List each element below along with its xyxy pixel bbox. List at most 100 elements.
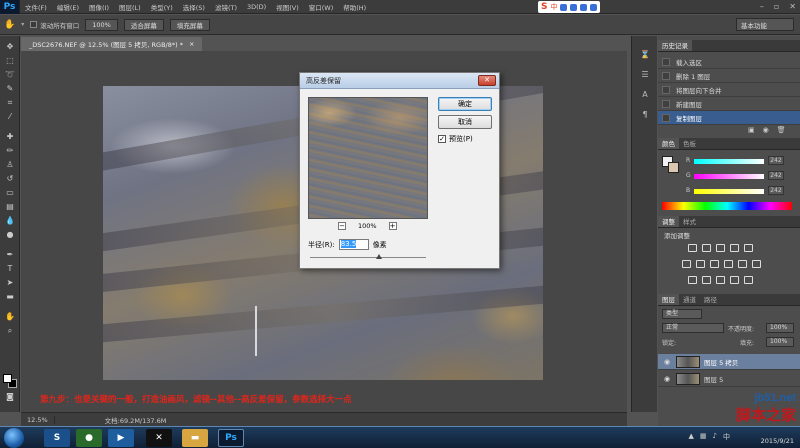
menu-layer[interactable]: 图层(L) xyxy=(114,2,146,12)
ime-mode[interactable]: 中 xyxy=(550,2,557,12)
trash-icon[interactable]: 🗑 xyxy=(777,126,786,134)
blue-slider[interactable] xyxy=(694,189,764,194)
color-lookup-icon[interactable] xyxy=(752,260,761,268)
layer-row[interactable]: ◉ 图层 5 xyxy=(658,371,800,387)
levels-icon[interactable] xyxy=(702,244,711,252)
tab-history[interactable]: 历史记录 xyxy=(658,40,692,51)
eraser-tool-icon[interactable]: ▭ xyxy=(4,188,16,198)
layer-kind-filter[interactable]: 类型 xyxy=(662,309,702,319)
tab-swatches[interactable]: 色板 xyxy=(679,138,700,149)
gradient-map-icon[interactable] xyxy=(730,276,739,284)
ime-toolbar[interactable]: S 中 xyxy=(538,1,601,13)
document-tab[interactable]: _DSC2676.NEF @ 12.5% (图层 5 拷贝, RGB/8*) *… xyxy=(21,37,203,51)
tab-channels[interactable]: 通道 xyxy=(679,294,700,305)
tab-color[interactable]: 颜色 xyxy=(658,138,679,149)
volume-icon[interactable]: ♪ xyxy=(713,432,717,442)
dodge-tool-icon[interactable]: ● xyxy=(4,230,16,240)
close-icon[interactable]: ✕ xyxy=(789,2,796,11)
menu-3d[interactable]: 3D(D) xyxy=(242,3,271,11)
character-panel-icon[interactable]: A xyxy=(639,90,651,100)
cancel-button[interactable]: 取消 xyxy=(438,115,492,129)
dialog-titlebar[interactable]: 高反差保留 xyxy=(300,73,499,89)
menu-file[interactable]: 文件(F) xyxy=(20,2,52,12)
color-balance-icon[interactable] xyxy=(696,260,705,268)
start-button[interactable] xyxy=(4,428,24,448)
tray-arrow-icon[interactable]: ▲ xyxy=(689,432,694,442)
sogou-browser-icon[interactable]: S xyxy=(44,429,70,447)
paragraph-panel-icon[interactable]: ¶ xyxy=(639,110,651,120)
shape-tool-icon[interactable]: ▬ xyxy=(4,292,16,302)
ok-button[interactable]: 确定 xyxy=(438,97,492,111)
hand-tool-icon[interactable]: ✋ xyxy=(4,20,15,30)
zoom-in-icon[interactable]: + xyxy=(388,222,397,230)
selective-color-icon[interactable] xyxy=(744,276,753,284)
menu-select[interactable]: 选择(S) xyxy=(178,2,210,12)
color-spectrum[interactable] xyxy=(662,202,792,210)
qq-icon[interactable]: ● xyxy=(76,429,102,447)
minimize-icon[interactable]: – xyxy=(760,2,764,11)
fill-input[interactable]: 100% xyxy=(766,337,794,347)
tab-adjustments[interactable]: 调整 xyxy=(658,216,679,227)
ime-tools-icon[interactable] xyxy=(590,3,598,11)
network-icon[interactable]: ▦ xyxy=(700,432,707,442)
foreground-color-swatch[interactable] xyxy=(3,374,12,383)
vibrance-icon[interactable] xyxy=(744,244,753,252)
zoom-100-button[interactable]: 100% xyxy=(85,18,118,31)
quick-select-tool-icon[interactable]: ✎ xyxy=(4,84,16,94)
menu-edit[interactable]: 编辑(E) xyxy=(52,2,84,12)
radius-input[interactable]: 83.5 xyxy=(338,239,369,250)
move-tool-icon[interactable]: ✥ xyxy=(4,42,16,52)
hand-tool-icon-left[interactable]: ✋ xyxy=(4,312,16,322)
filter-preview[interactable] xyxy=(308,97,428,219)
menu-filter[interactable]: 滤镜(T) xyxy=(210,2,242,12)
zoom-out-icon[interactable]: − xyxy=(338,222,346,230)
explorer-folder-icon[interactable]: ▬ xyxy=(182,429,208,447)
radius-slider-thumb[interactable] xyxy=(376,254,382,259)
history-item[interactable]: 载入选区 xyxy=(658,55,800,69)
red-value[interactable]: 242 xyxy=(768,156,784,165)
curves-icon[interactable] xyxy=(716,244,725,252)
dialog-close-icon[interactable]: ✕ xyxy=(478,75,496,86)
green-value[interactable]: 242 xyxy=(768,171,784,180)
history-brush-tool-icon[interactable]: ↺ xyxy=(4,174,16,184)
invert-icon[interactable] xyxy=(688,276,697,284)
document-tab-close-icon[interactable]: × xyxy=(189,40,194,48)
photo-filter-icon[interactable] xyxy=(724,260,733,268)
brightness-icon[interactable] xyxy=(688,244,697,252)
clone-stamp-tool-icon[interactable]: ♙ xyxy=(4,160,16,170)
history-snapshot-box[interactable] xyxy=(662,71,670,80)
preview-checkbox[interactable]: ✓ 预览(P) xyxy=(438,134,473,144)
visibility-eye-icon[interactable]: ◉ xyxy=(664,375,672,383)
history-snapshot-box[interactable] xyxy=(662,99,670,108)
black-white-icon[interactable] xyxy=(710,260,719,268)
posterize-icon[interactable] xyxy=(702,276,711,284)
menu-view[interactable]: 视图(V) xyxy=(271,2,304,12)
color-bg-chip[interactable] xyxy=(668,162,679,173)
blue-value[interactable]: 242 xyxy=(768,186,784,195)
ime-tray-icon[interactable]: 中 xyxy=(723,432,730,442)
scroll-all-checkbox-box[interactable] xyxy=(30,21,38,28)
visibility-eye-icon[interactable]: ◉ xyxy=(664,358,672,366)
preview-checkbox-box[interactable]: ✓ xyxy=(438,135,446,143)
fit-screen-button[interactable]: 适合屏幕 xyxy=(123,18,164,31)
radius-slider[interactable] xyxy=(310,254,426,259)
new-document-from-state-icon[interactable]: ▣ xyxy=(748,126,755,134)
media-player-icon[interactable]: ▶ xyxy=(108,429,134,447)
tab-paths[interactable]: 路径 xyxy=(700,294,721,305)
scroll-all-windows-checkbox[interactable]: 滚动所有窗口 xyxy=(30,20,79,30)
tab-styles[interactable]: 样式 xyxy=(679,216,700,227)
history-item[interactable]: 删除 1 图层 xyxy=(658,69,800,83)
history-item[interactable]: 新建图层 xyxy=(658,97,800,111)
history-snapshot-box[interactable] xyxy=(662,85,670,94)
tool-preset-chevron-icon[interactable]: ▾ xyxy=(21,21,24,28)
crop-tool-icon[interactable]: ⌗ xyxy=(4,98,16,108)
brush-tool-icon[interactable]: ✏ xyxy=(4,146,16,156)
history-item-selected[interactable]: 复制图层 xyxy=(658,111,800,125)
menu-window[interactable]: 窗口(W) xyxy=(304,2,339,12)
history-item[interactable]: 将图层向下合并 xyxy=(658,83,800,97)
pen-tool-icon[interactable]: ✒ xyxy=(4,250,16,260)
healing-brush-tool-icon[interactable]: ✚ xyxy=(4,132,16,142)
quick-mask-icon[interactable]: ◙ xyxy=(4,392,16,402)
new-snapshot-icon[interactable]: ◉ xyxy=(763,126,769,134)
ime-keyboard-icon[interactable] xyxy=(570,3,578,11)
